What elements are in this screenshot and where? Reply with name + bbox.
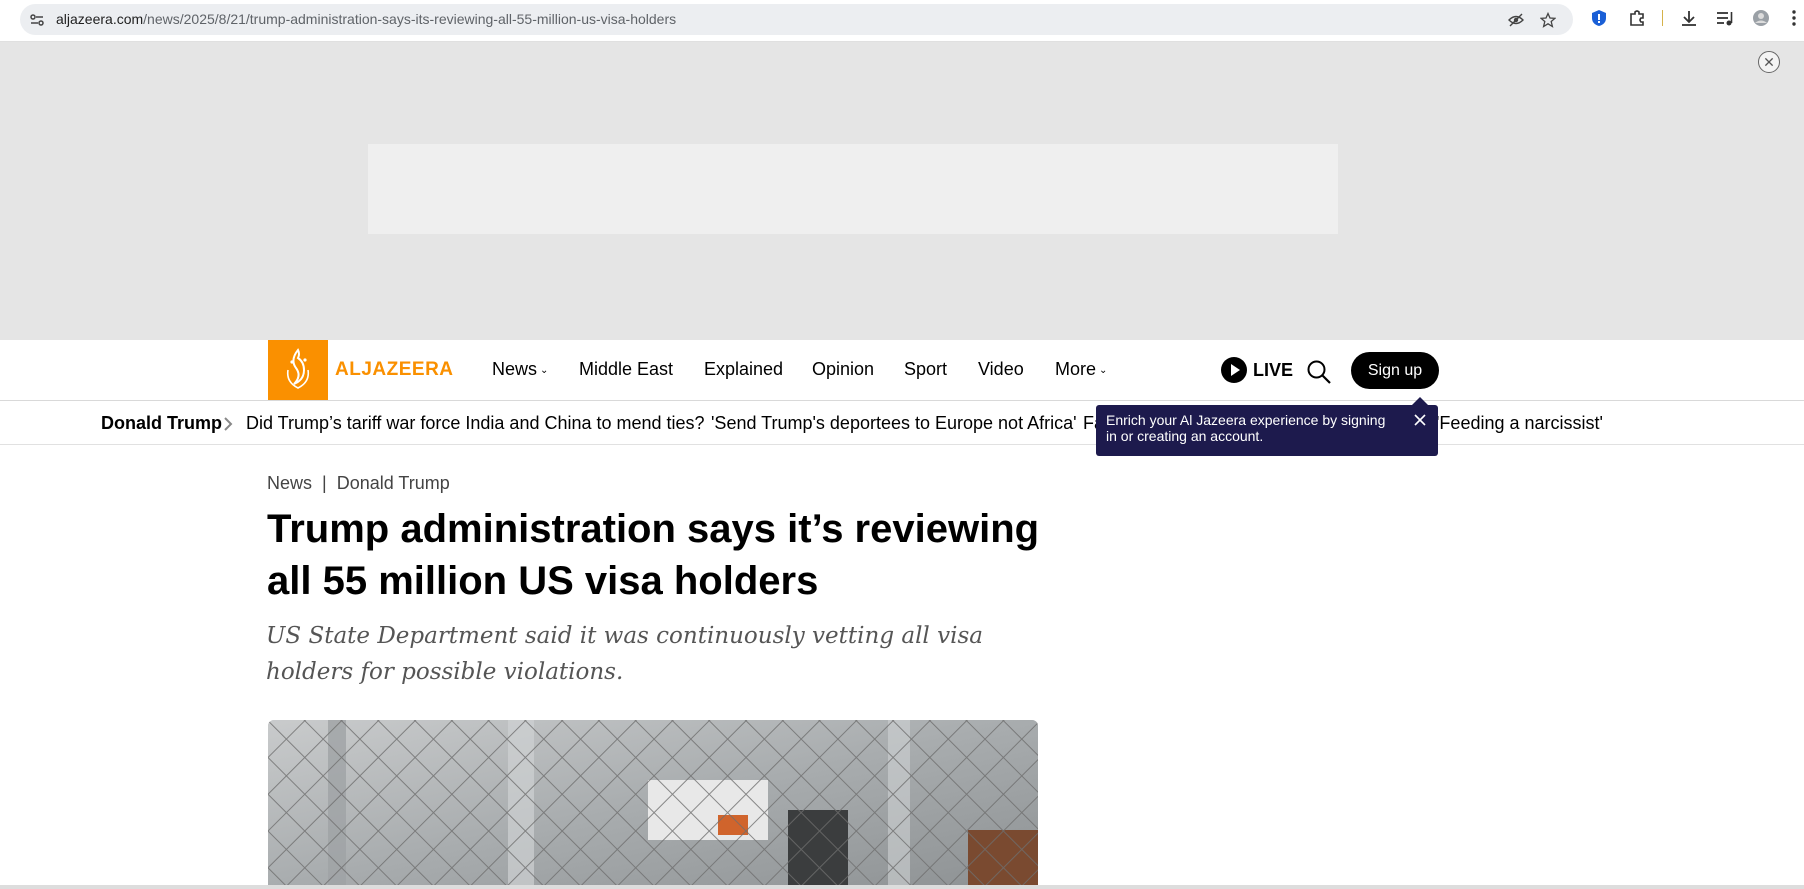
nav-video[interactable]: Video	[978, 359, 1024, 380]
chain-link-fence-image	[268, 720, 1038, 889]
article-standfirst: US State Department said it was continuo…	[266, 623, 983, 685]
profile-icon[interactable]	[1751, 8, 1771, 28]
logo-calligraphy-icon	[286, 348, 310, 389]
page-bottom-edge	[0, 885, 1804, 889]
nav-opinion[interactable]: Opinion	[812, 359, 874, 380]
toolbar-divider	[1662, 10, 1663, 26]
tooltip-text: Enrich your Al Jazeera experience by sig…	[1106, 412, 1386, 444]
nav-news[interactable]: News ⌄	[492, 359, 548, 380]
ticker-link[interactable]: Did Trump’s tariff war force India and C…	[246, 413, 705, 434]
aljazeera-logo-icon[interactable]	[268, 340, 328, 400]
download-icon[interactable]	[1679, 8, 1699, 28]
ticker-link[interactable]: 'Feeding a narcissist'	[1436, 413, 1603, 434]
address-bar[interactable]: aljazeera.com/news/2025/8/21/trump-admin…	[20, 4, 1573, 35]
tune-icon[interactable]	[29, 12, 45, 28]
live-label: LIVE	[1253, 359, 1294, 380]
nav-news-label: News	[492, 359, 538, 379]
eye-off-icon[interactable]	[1508, 12, 1524, 28]
kebab-menu-icon[interactable]	[1784, 8, 1804, 28]
close-ad-icon[interactable]	[1758, 51, 1780, 73]
play-icon	[1221, 357, 1247, 383]
search-icon[interactable]	[1305, 358, 1333, 386]
close-icon[interactable]	[1412, 412, 1428, 428]
media-control-icon[interactable]	[1715, 8, 1735, 28]
url-path: /news/2025/8/21/trump-administration-say…	[143, 11, 677, 27]
logo-wordmark[interactable]: ALJAZEERA	[335, 359, 454, 381]
nav-middle-east[interactable]: Middle East	[579, 359, 673, 380]
article-headline: Trump administration says it’s reviewing…	[267, 507, 1040, 603]
url-text[interactable]: aljazeera.com/news/2025/8/21/trump-admin…	[56, 11, 676, 27]
browser-toolbar: aljazeera.com/news/2025/8/21/trump-admin…	[0, 0, 1804, 42]
site-header: ALJAZEERA News ⌄ Middle East Explained Op…	[0, 340, 1804, 401]
breadcrumb-separator: |	[322, 473, 327, 493]
ad-slot	[368, 144, 1338, 234]
breadcrumb-topic[interactable]: Donald Trump	[337, 473, 450, 493]
chevron-down-icon: ⌄	[540, 364, 549, 376]
nav-more-label: More	[1055, 359, 1097, 379]
signin-tooltip: Enrich your Al Jazeera experience by sig…	[1096, 397, 1438, 456]
chevron-down-icon: ⌄	[1099, 364, 1108, 376]
sign-up-button[interactable]: Sign up	[1351, 352, 1439, 389]
puzzle-icon[interactable]	[1627, 8, 1647, 28]
url-host: aljazeera.com	[56, 11, 144, 27]
nav-explained[interactable]: Explained	[704, 359, 783, 380]
nav-sport[interactable]: Sport	[904, 359, 947, 380]
breadcrumb-section[interactable]: News	[267, 473, 312, 493]
ticker-topic[interactable]: Donald Trump	[101, 413, 222, 434]
live-button[interactable]: LIVE	[1221, 356, 1293, 384]
ticker-link[interactable]: 'Send Trump's deportees to Europe not Af…	[711, 413, 1077, 434]
advertisement-area	[0, 42, 1804, 340]
hero-image	[268, 720, 1038, 889]
breadcrumb: News | Donald Trump	[267, 473, 450, 494]
nav-more[interactable]: More ⌄	[1055, 359, 1107, 380]
star-icon[interactable]	[1540, 12, 1556, 28]
topic-ticker: Donald Trump Did Trump’s tariff war forc…	[0, 402, 1804, 445]
chevron-right-icon	[224, 417, 233, 431]
shield-icon[interactable]	[1589, 8, 1609, 28]
